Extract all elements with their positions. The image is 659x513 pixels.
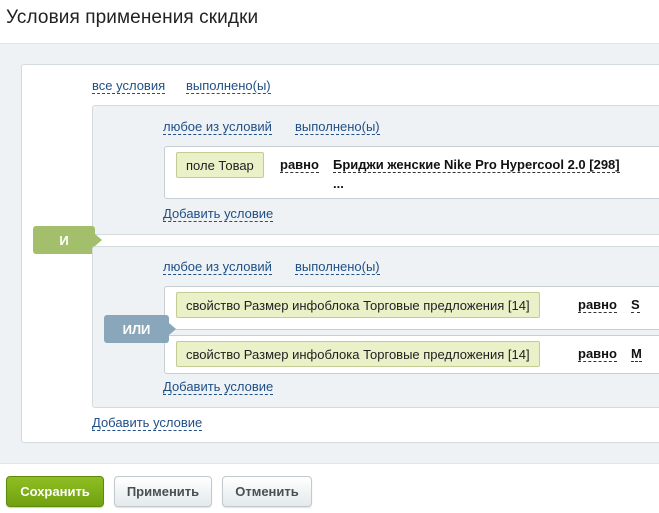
apply-button[interactable]: Применить xyxy=(114,476,212,507)
root-mode-selector[interactable]: все условия xyxy=(92,79,166,94)
save-button[interactable]: Сохранить xyxy=(6,476,104,507)
condition-field-tag[interactable]: свойство Размер инфоблока Торговые предл… xyxy=(176,341,540,367)
condition-value[interactable]: Бриджи женские Nike Pro Hypercool 2.0 [2… xyxy=(333,157,620,173)
root-state-selector[interactable]: выполнено(ы) xyxy=(186,79,271,94)
group2-state-selector[interactable]: выполнено(ы) xyxy=(295,260,380,275)
cancel-button[interactable]: Отменить xyxy=(222,476,312,507)
condition-field-tag[interactable]: свойство Размер инфоблока Торговые предл… xyxy=(176,292,540,318)
condition-value[interactable]: M xyxy=(631,346,642,362)
root-add-condition-link[interactable]: Добавить условие xyxy=(92,416,203,431)
condition-operator[interactable]: равно xyxy=(578,297,617,313)
condition-field-tag[interactable]: поле Товар xyxy=(176,152,264,178)
condition-value-more[interactable]: ... xyxy=(333,176,344,191)
group2-mode-selector[interactable]: любое из условий xyxy=(163,260,272,275)
group2-add-condition-link[interactable]: Добавить условие xyxy=(163,380,274,395)
condition-value[interactable]: S xyxy=(631,297,640,313)
condition-operator[interactable]: равно xyxy=(578,346,617,362)
discount-conditions-page: Условия применения скидки все условия вы… xyxy=(0,0,659,513)
condition-operator[interactable]: равно xyxy=(280,157,319,173)
group1-mode-selector[interactable]: любое из условий xyxy=(163,120,272,135)
page-title: Условия применения скидки xyxy=(6,7,259,28)
group1-add-condition-link[interactable]: Добавить условие xyxy=(163,207,274,222)
and-logic-badge[interactable]: И xyxy=(33,226,102,254)
group1-state-selector[interactable]: выполнено(ы) xyxy=(295,120,380,135)
or-logic-badge[interactable]: ИЛИ xyxy=(104,315,176,343)
